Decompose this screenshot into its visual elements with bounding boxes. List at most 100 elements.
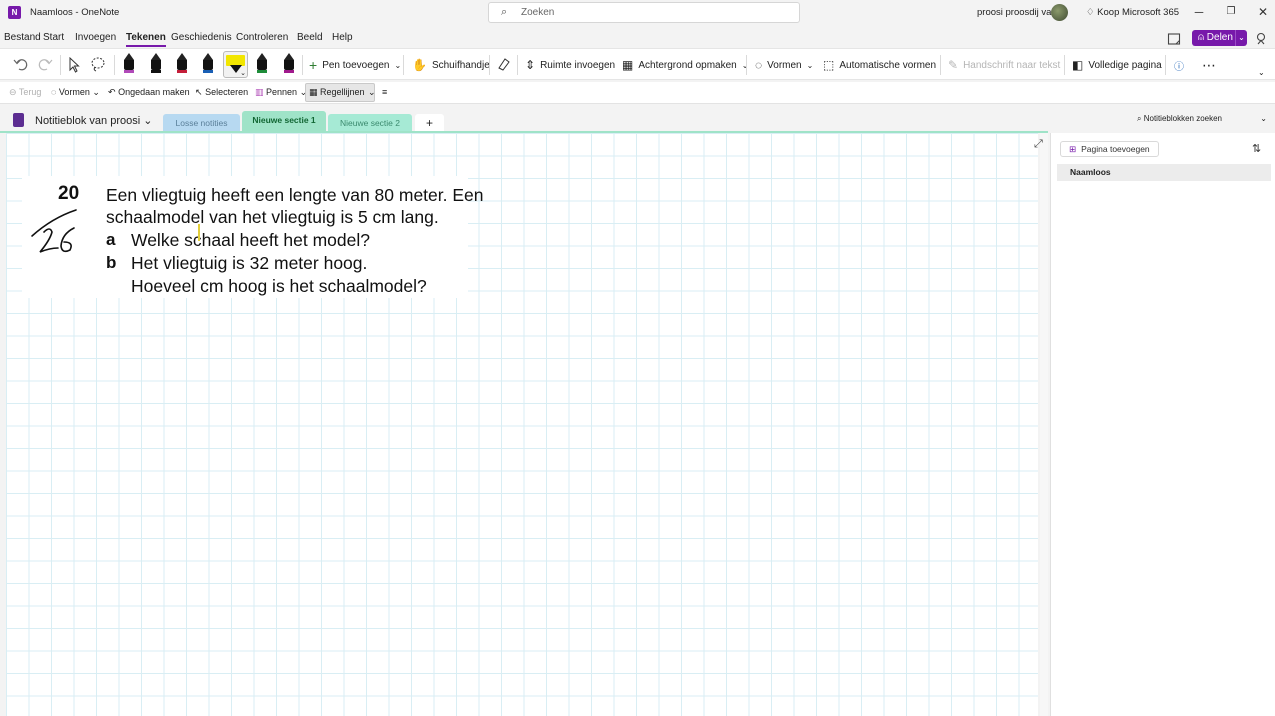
- shapes-small-label: Vormen: [58, 87, 90, 97]
- sub-question-b-text: Het vliegtuig is 32 meter hoog.: [131, 253, 368, 273]
- tab-help[interactable]: Help: [332, 32, 353, 43]
- add-section-button[interactable]: +: [415, 114, 444, 132]
- undo-button[interactable]: ↶ Ongedaan maken: [108, 87, 190, 98]
- full-page-label: Volledige pagina: [1088, 59, 1162, 71]
- pens-button[interactable]: ▥ Pennen ⌄: [255, 87, 307, 98]
- document-title: Naamloos: [30, 7, 73, 18]
- tab-invoegen[interactable]: Invoegen: [75, 32, 116, 43]
- select-button[interactable]: ↖ Selecteren: [195, 87, 248, 98]
- share-label: Delen: [1206, 32, 1233, 43]
- feedback-icon[interactable]: [1255, 32, 1269, 46]
- tab-bestand[interactable]: Bestand: [4, 32, 41, 43]
- lasso-select-icon[interactable]: [90, 56, 106, 72]
- search-box[interactable]: ⌕ Zoeken: [488, 2, 800, 23]
- undo-icon[interactable]: [13, 57, 29, 71]
- undo-icon: ↶: [108, 87, 116, 97]
- customize-toolbar-icon[interactable]: ≡: [382, 87, 387, 97]
- tab-beeld[interactable]: Beeld: [297, 32, 323, 43]
- page-list-item[interactable]: Naamloos: [1057, 164, 1271, 181]
- tab-geschiedenis[interactable]: Geschiedenis: [171, 32, 232, 43]
- chevron-down-icon: ⌄: [1260, 114, 1267, 123]
- pages-panel: [1050, 133, 1275, 716]
- chevron-down-icon[interactable]: ⌄: [368, 87, 376, 98]
- search-icon: ⌕: [1137, 114, 1142, 123]
- title-separator: -: [75, 7, 79, 18]
- pen-blue[interactable]: [201, 53, 215, 75]
- diamond-icon: ♢: [1086, 7, 1095, 18]
- chevron-down-icon: ⌄: [143, 115, 153, 127]
- handwritten-26-ink[interactable]: [28, 204, 84, 258]
- more-options-icon[interactable]: ⋯: [1202, 56, 1216, 74]
- rule-lines-icon: ▦: [309, 87, 318, 97]
- window-title: Naamloos - OneNote: [30, 7, 119, 18]
- buy-label: Koop Microsoft 365: [1097, 7, 1180, 18]
- back-button[interactable]: ⊖ Terug: [9, 87, 41, 98]
- insert-space-label: Ruimte invoegen: [540, 59, 616, 71]
- notebook-icon: [13, 113, 24, 127]
- select-cursor-icon[interactable]: [67, 57, 81, 73]
- sub-question-a-text: Welke schaal heeft het model?: [131, 230, 370, 250]
- ink-to-text-label: Handschrift naar tekst: [963, 59, 1061, 71]
- chevron-down-icon: ⌄: [92, 87, 100, 97]
- notebook-search[interactable]: ⌕ Notitieblokken zoeken ⌄: [1131, 111, 1271, 127]
- select-cursor-icon: ↖: [195, 87, 203, 97]
- add-page-button[interactable]: ⊞ Pagina toevoegen: [1060, 141, 1159, 157]
- sort-icon[interactable]: ⇅: [1252, 142, 1261, 155]
- add-page-icon: ⊞: [1069, 144, 1077, 154]
- buy-microsoft-365-button[interactable]: ♢ Koop Microsoft 365: [1086, 7, 1179, 18]
- rule-lines-label-wrap: ▦ Regellijnen: [309, 87, 365, 98]
- shapes-small-button[interactable]: ◌ Vormen ⌄: [51, 87, 100, 98]
- expand-icon[interactable]: ⤢: [1034, 138, 1043, 151]
- sticky-note-icon[interactable]: [1167, 32, 1181, 46]
- collapse-ribbon-icon[interactable]: ⌄: [1258, 63, 1265, 81]
- section-tab-nieuwe-sectie-1[interactable]: Nieuwe sectie 1: [242, 111, 326, 132]
- auto-shapes-button[interactable]: ⬚ Automatische vormen: [823, 56, 936, 74]
- close-button[interactable]: ✕: [1253, 4, 1273, 20]
- question-number: 20: [58, 183, 80, 204]
- pen-magenta[interactable]: [282, 53, 296, 75]
- add-page-label: Pagina toevoegen: [1081, 144, 1150, 154]
- undo-label: Ongedaan maken: [118, 87, 190, 97]
- pen-purple[interactable]: [122, 53, 136, 75]
- avatar[interactable]: [1051, 4, 1068, 21]
- restore-button[interactable]: ❐: [1221, 4, 1241, 20]
- add-pen-button[interactable]: + Pen toevoegen ⌄: [309, 56, 401, 74]
- shapes-button[interactable]: ◌ Vormen ⌄: [755, 56, 813, 74]
- share-button[interactable]: ⍝ Delen ⌄: [1192, 30, 1247, 46]
- notebook-search-placeholder: Notitieblokken zoeken: [1143, 114, 1222, 123]
- question-text-line-1: Een vliegtuig heeft een lengte van 80 me…: [106, 185, 484, 205]
- pan-button[interactable]: ✋ Schuifhandje: [412, 56, 490, 74]
- redo-icon[interactable]: [37, 57, 53, 71]
- sub-question-a-letter: a: [106, 230, 116, 249]
- tab-tekenen[interactable]: Tekenen: [126, 32, 166, 47]
- full-page-button[interactable]: ◧ Volledige pagina: [1072, 56, 1162, 74]
- chevron-down-icon[interactable]: ⌄: [1235, 30, 1247, 46]
- user-name[interactable]: proosi proosdij van: [977, 7, 1057, 18]
- quick-toolbar: ⊖ Terug ◌ Vormen ⌄ ↶ Ongedaan maken ↖ Se…: [0, 82, 1275, 104]
- notebook-bar: Notitieblok van proosi ⌄ Losse notities …: [0, 108, 1275, 132]
- pen-color-band: [124, 70, 134, 73]
- pen-black[interactable]: [149, 53, 163, 75]
- shapes-icon: ◌: [51, 87, 57, 97]
- shapes-icon: ◌: [755, 58, 763, 72]
- highlighter-yellow-selected[interactable]: ⌄: [223, 51, 248, 78]
- insert-space-button[interactable]: ⇕ Ruimte invoegen: [525, 56, 615, 74]
- eraser-icon[interactable]: [496, 57, 510, 71]
- section-tab-nieuwe-sectie-2[interactable]: Nieuwe sectie 2: [328, 114, 412, 132]
- grid-background-icon: ▦: [622, 58, 634, 72]
- notebook-selector[interactable]: Notitieblok van proosi ⌄: [35, 114, 152, 127]
- tab-start[interactable]: Start: [43, 32, 64, 43]
- ink-to-text-button[interactable]: ✎ Handschrift naar tekst: [948, 56, 1060, 74]
- minimize-button[interactable]: ─: [1189, 4, 1209, 20]
- format-background-label: Achtergrond opmaken: [638, 59, 737, 71]
- format-background-button[interactable]: ▦Achtergrond opmaken⌄: [622, 56, 748, 74]
- chevron-down-icon[interactable]: ⌄: [240, 69, 246, 77]
- canvas-scrollbar[interactable]: [1040, 133, 1048, 716]
- pen-green[interactable]: [255, 53, 269, 75]
- rule-lines-label: Regellijnen: [320, 87, 365, 97]
- question-text-line-2: schaalmodel van het vliegtuig is 5 cm la…: [106, 207, 439, 227]
- tab-controleren[interactable]: Controleren: [236, 32, 288, 43]
- help-icon[interactable]: ⓘ: [1174, 56, 1184, 74]
- pen-red[interactable]: [175, 53, 189, 75]
- section-tab-losse-notities[interactable]: Losse notities: [163, 114, 240, 132]
